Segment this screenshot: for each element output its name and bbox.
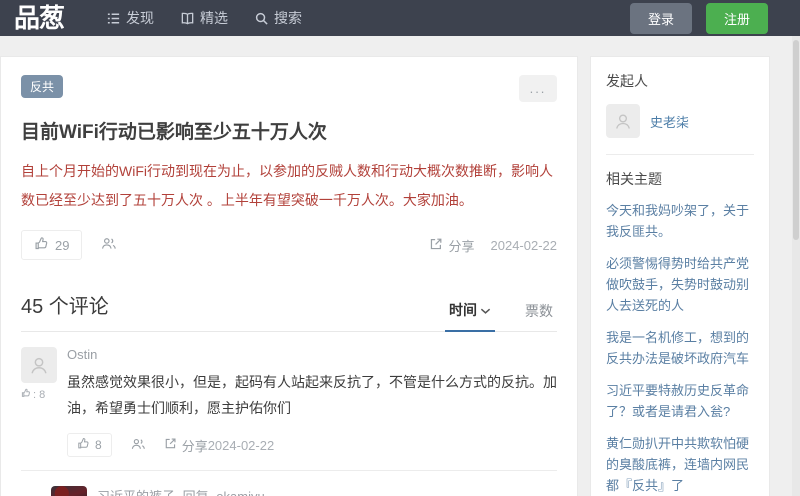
comment-main: 习近平的裤子 回复 okamiyu >>不要暴露个人信息，这很危险，下面那个手机…: [97, 486, 557, 496]
tab-sort-votes[interactable]: 票数: [521, 301, 557, 331]
topic-tag-badge[interactable]: 反共: [21, 75, 64, 98]
reply-label: 回复: [183, 489, 209, 496]
comment-share-button[interactable]: 分享: [164, 436, 208, 455]
related-topic-link[interactable]: 习近平要特赦历史反革命了？或者是请君入瓮?: [606, 380, 754, 422]
list-icon: [106, 11, 121, 26]
sidebar: 发起人 史老柒 相关主题 今天和我妈吵架了，关于我反匪共。 必须警惕得势时给共产…: [590, 56, 770, 496]
post-header: 反共 ...: [21, 75, 557, 102]
comment-score-label: : 8: [33, 388, 46, 401]
nav-item-label: 发现: [126, 10, 155, 26]
post-share-button[interactable]: 分享: [429, 236, 475, 255]
comment-item: 习近平的裤子 回复 okamiyu >>不要暴露个人信息，这很危险，下面那个手机…: [21, 471, 557, 496]
tab-sort-votes-label: 票数: [525, 303, 553, 319]
comment-author-line: 习近平的裤子 回复 okamiyu: [97, 486, 557, 496]
avatar[interactable]: [606, 104, 640, 138]
comment-like-button[interactable]: 8: [67, 433, 112, 457]
nav-item-label: 搜索: [274, 10, 303, 26]
post-body: 自上个月开始的WiFi行动到现在为止，以参加的反贼人数和行动大概次数推断，影响人…: [21, 163, 553, 208]
initiator-heading: 发起人: [606, 73, 648, 89]
comment-author[interactable]: 习近平的裤子: [97, 489, 175, 496]
comment-actions: 8 分享 2024-02-22: [67, 433, 557, 457]
nav-item-label: 精选: [200, 10, 229, 26]
initiator-row: 史老柒: [606, 104, 754, 138]
comment-like-count: 8: [95, 438, 102, 452]
book-icon: [180, 11, 195, 26]
post-more-button[interactable]: ...: [519, 75, 557, 102]
nav-menu: 发现 精选 搜索: [106, 8, 302, 28]
comment-main: Ostin 虽然感觉效果很小，但是，起码有人站起来反抗了，不管是什么方式的反抗。…: [67, 347, 557, 457]
site-logo[interactable]: 品葱: [14, 0, 65, 36]
comment-date: 2024-02-22: [207, 437, 275, 453]
related-topics-heading: 相关主题: [606, 171, 662, 187]
comment-score: : 8: [21, 388, 67, 401]
comment-left-column: : 8: [21, 347, 67, 457]
post-like-button[interactable]: 29: [21, 230, 83, 260]
post-title: 目前WiFi行动已影响至少五十万人次: [21, 122, 327, 143]
page-content: 反共 ... 目前WiFi行动已影响至少五十万人次 自上个月开始的WiFi行动到…: [0, 36, 800, 496]
comment-sort-tabs: 时间 票数: [445, 300, 557, 332]
navbar: 品葱 发现 精选 搜索 登录 注册: [0, 0, 800, 36]
share-icon: [164, 437, 177, 453]
comment-left-column: [51, 486, 97, 496]
search-icon: [254, 11, 269, 26]
post-people-button[interactable]: [100, 236, 117, 254]
tab-sort-time[interactable]: 时间: [445, 300, 495, 332]
avatar[interactable]: [21, 347, 57, 383]
reply-target[interactable]: okamiyu: [216, 489, 264, 496]
related-topic-link[interactable]: 必须警惕得势时给共产党做吹鼓手，失势时鼓动别人去送死的人: [606, 253, 754, 316]
avatar[interactable]: [51, 486, 87, 496]
comments-count: 45 个评论: [21, 296, 109, 318]
share-icon: [429, 237, 443, 254]
comment-people-button[interactable]: [130, 437, 146, 454]
login-button[interactable]: 登录: [629, 2, 692, 34]
thumb-up-icon: [77, 437, 90, 453]
thumb-up-icon: [34, 236, 49, 254]
scrollbar-thumb[interactable]: [793, 40, 799, 240]
divider: [606, 154, 754, 155]
comment-share-label: 分享: [181, 438, 208, 454]
people-icon: [130, 437, 146, 454]
thumb-up-icon: [21, 388, 31, 401]
people-icon: [100, 236, 117, 254]
tab-sort-time-label: 时间: [449, 302, 477, 318]
nav-item-featured[interactable]: 精选: [180, 8, 228, 28]
chevron-down-icon: [480, 302, 491, 318]
related-topic-link[interactable]: 今天和我妈吵架了，关于我反匪共。: [606, 200, 754, 242]
related-topic-link[interactable]: 黄仁勋扒开中共欺软怕硬的臭酸底裤，连墙内网民都『反共』了: [606, 433, 754, 496]
comment-text: 虽然感觉效果很小，但是，起码有人站起来反抗了，不管是什么方式的反抗。加油，希望勇…: [67, 374, 557, 416]
nav-item-search[interactable]: 搜索: [254, 8, 302, 28]
post-card: 反共 ... 目前WiFi行动已影响至少五十万人次 自上个月开始的WiFi行动到…: [0, 56, 578, 496]
post-actions: 29 分享 2024-02-22: [21, 230, 557, 260]
related-topic-link[interactable]: 我是一名机修工，想到的反共办法是破坏政府汽车: [606, 327, 754, 369]
nav-item-discover[interactable]: 发现: [106, 8, 154, 28]
initiator-name[interactable]: 史老柒: [650, 112, 689, 131]
register-button[interactable]: 注册: [705, 2, 768, 34]
comments-header: 45 个评论 时间 票数: [21, 290, 557, 332]
scrollbar-track[interactable]: [792, 36, 800, 496]
comment-author[interactable]: Ostin: [67, 347, 557, 362]
post-like-count: 29: [55, 237, 70, 253]
comment-item: : 8 Ostin 虽然感觉效果很小，但是，起码有人站起来反抗了，不管是什么方式…: [21, 332, 557, 471]
post-share-label: 分享: [448, 238, 475, 254]
post-date: 2024-02-22: [490, 237, 558, 253]
